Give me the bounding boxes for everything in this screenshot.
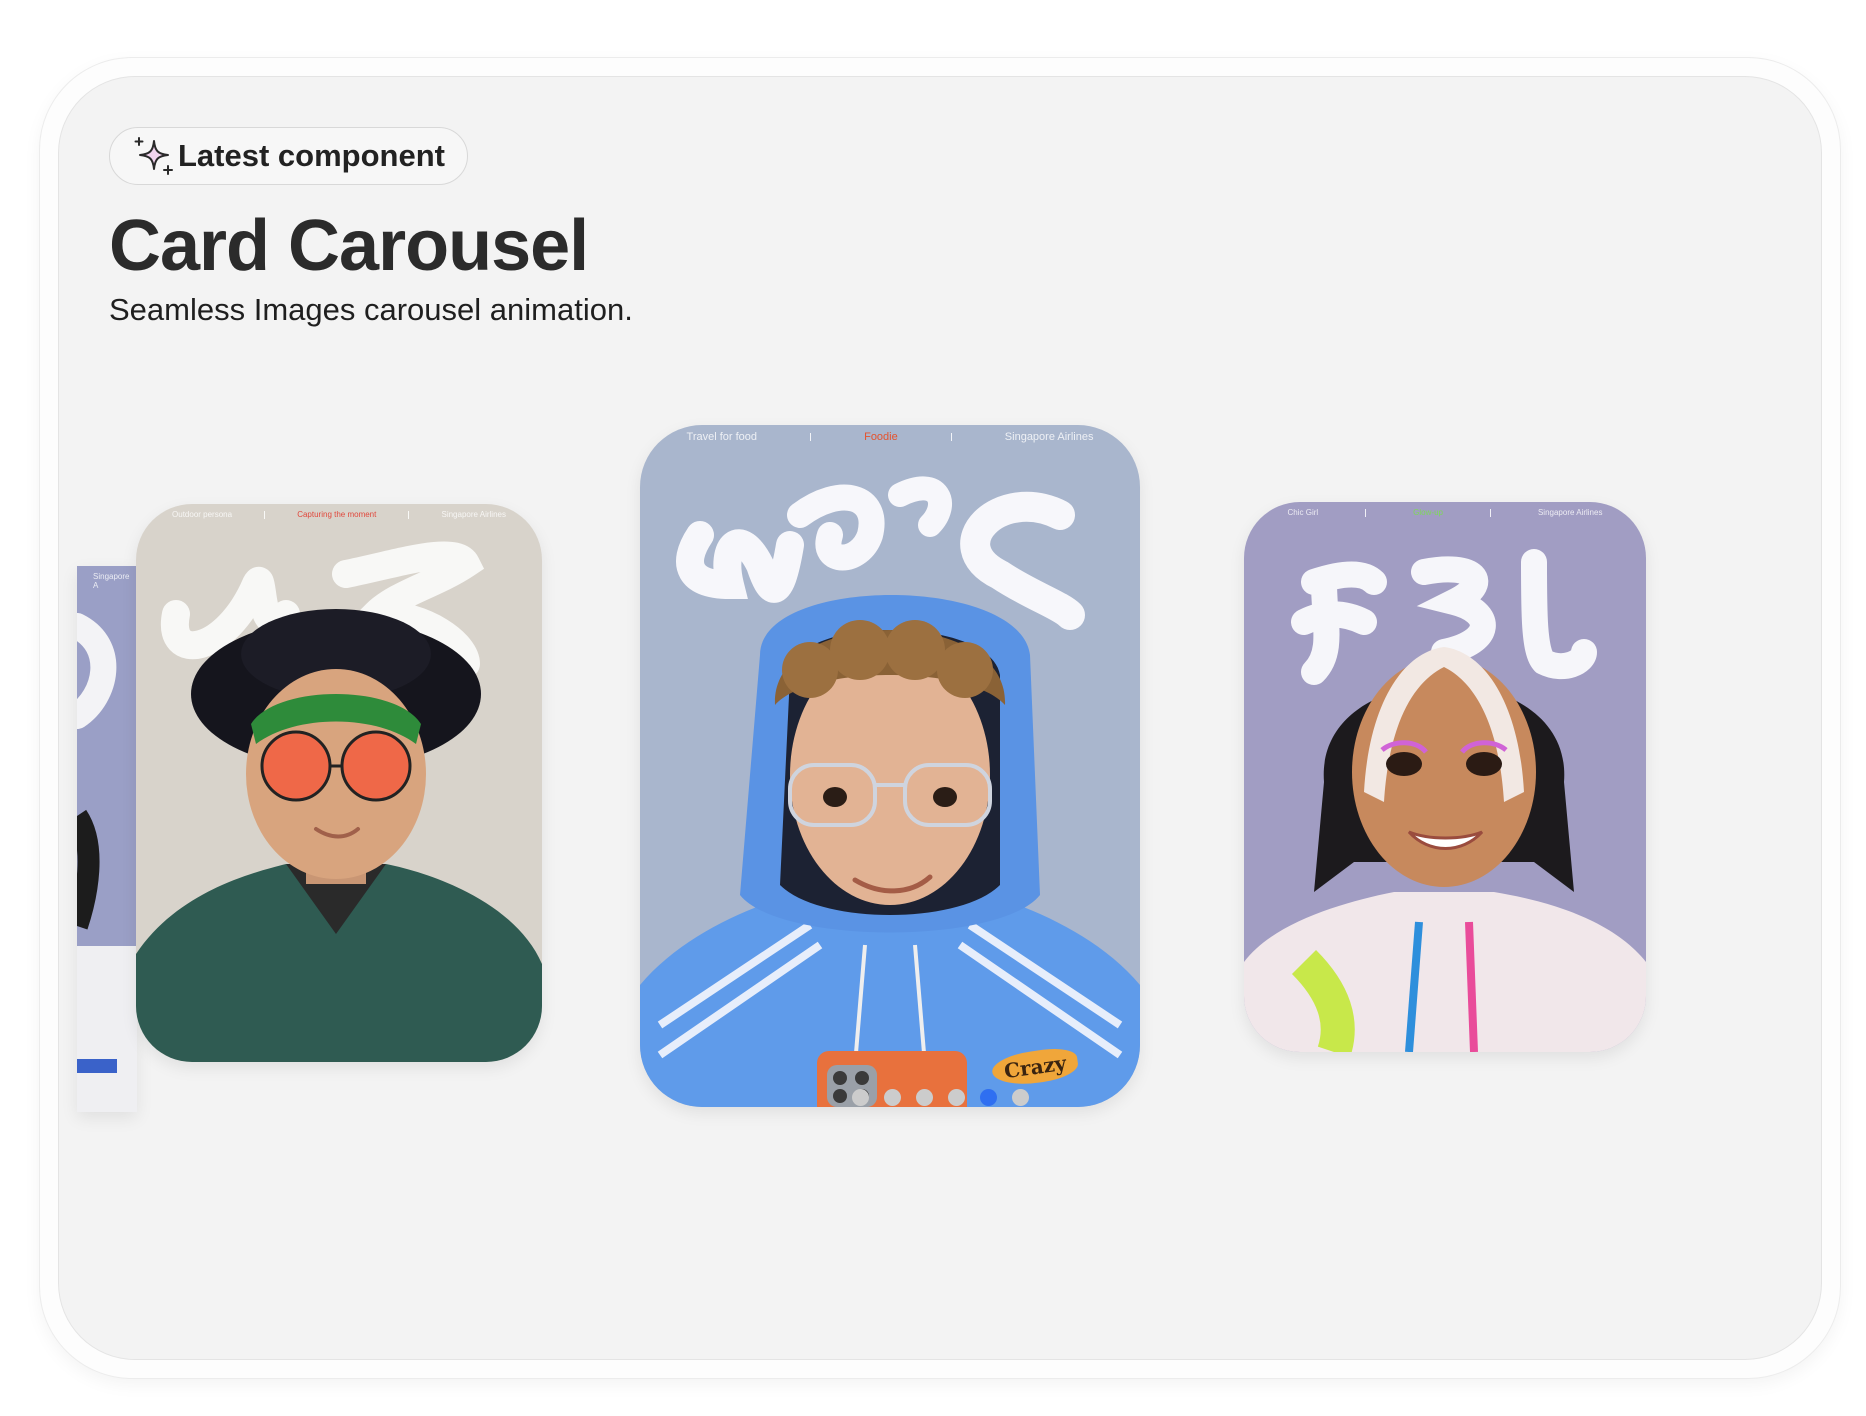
- carousel-card-far-left[interactable]: Singapore A: [77, 566, 137, 1112]
- pagination-dot[interactable]: [947, 1089, 965, 1106]
- pagination-dot[interactable]: [883, 1089, 901, 1106]
- card-topbar: Singapore A: [93, 572, 130, 590]
- carousel-pagination: [59, 1089, 1821, 1106]
- pagination-dot[interactable]: [915, 1089, 933, 1106]
- card-illustration: [640, 425, 1140, 1107]
- card-highlight-tag: Glow-up: [1413, 508, 1443, 517]
- pagination-dot-active[interactable]: [979, 1089, 997, 1106]
- carousel-card-marc[interactable]: Travel for food Foodie Singapore Airline…: [640, 425, 1140, 1107]
- card-topbar: Chic Girl Glow-up Singapore Airlines: [1287, 508, 1603, 517]
- carousel-card-aj[interactable]: Outdoor persona Capturing the moment Sin…: [136, 504, 542, 1062]
- card-illustration: [1244, 502, 1646, 1052]
- pagination-dot[interactable]: [851, 1089, 869, 1106]
- pagination-dot[interactable]: [1011, 1089, 1029, 1106]
- card-illustration: [136, 504, 542, 1062]
- card-carousel: Singapore A Outdoor persona Capturing th…: [59, 77, 1821, 1359]
- card-highlight-tag: Foodie: [864, 431, 898, 443]
- card-illustration: [77, 566, 137, 1112]
- card-highlight-tag: Capturing the moment: [297, 510, 377, 519]
- carousel-card-fel[interactable]: Chic Girl Glow-up Singapore Airlines: [1244, 502, 1646, 1052]
- card-topbar: Travel for food Foodie Singapore Airline…: [686, 431, 1094, 443]
- component-panel: Latest component Card Carousel Seamless …: [59, 77, 1821, 1359]
- card-topbar: Outdoor persona Capturing the moment Sin…: [172, 510, 506, 519]
